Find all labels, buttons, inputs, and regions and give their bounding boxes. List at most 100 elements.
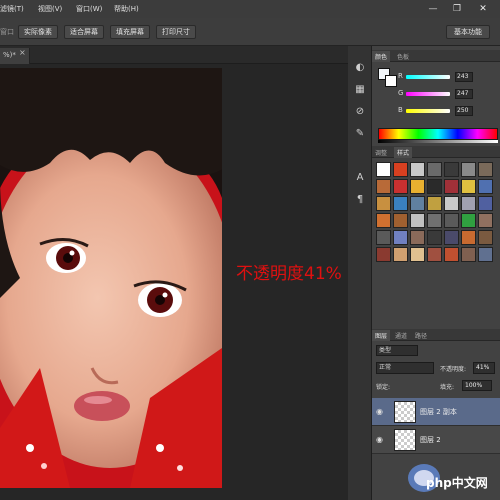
style-swatch[interactable] — [478, 213, 493, 228]
style-swatch[interactable] — [427, 213, 442, 228]
fit-screen-button[interactable]: 适合屏幕 — [64, 25, 104, 39]
style-swatch[interactable] — [427, 230, 442, 245]
style-swatch[interactable] — [393, 230, 408, 245]
style-swatch[interactable] — [393, 247, 408, 262]
background-color-swatch[interactable] — [385, 75, 397, 87]
layer-row[interactable]: ◉ 图层 2 — [372, 426, 500, 454]
style-swatch[interactable] — [410, 213, 425, 228]
style-swatch[interactable] — [427, 162, 442, 177]
style-swatch[interactable] — [410, 179, 425, 194]
style-swatch[interactable] — [444, 213, 459, 228]
style-swatch[interactable] — [410, 162, 425, 177]
opacity-input[interactable]: 41% — [473, 362, 495, 374]
fill-screen-button[interactable]: 填充屏幕 — [110, 25, 150, 39]
print-size-button[interactable]: 打印尺寸 — [156, 25, 196, 39]
style-swatch[interactable] — [376, 213, 391, 228]
red-value[interactable]: 243 — [455, 72, 473, 82]
style-swatch[interactable] — [376, 196, 391, 211]
actual-pixels-button[interactable]: 实际像素 — [18, 25, 58, 39]
style-swatch[interactable] — [410, 196, 425, 211]
style-swatch[interactable] — [393, 179, 408, 194]
eye-icon[interactable]: ◉ — [376, 407, 383, 416]
eye-icon[interactable]: ◉ — [376, 435, 383, 444]
document-close-icon[interactable]: × — [19, 48, 26, 57]
layer-kind-label: 类型 — [379, 347, 392, 354]
minimize-button[interactable]: — — [422, 0, 444, 18]
workspace-select[interactable]: 基本功能 — [446, 25, 490, 39]
document-tab-strip — [0, 46, 348, 64]
layer-thumbnail — [394, 401, 416, 423]
restore-button[interactable]: ❐ — [446, 0, 468, 18]
paragraph-icon[interactable]: A — [352, 170, 368, 184]
style-swatch[interactable] — [444, 162, 459, 177]
style-swatch[interactable] — [393, 162, 408, 177]
menu-help[interactable]: 帮助(H) — [114, 4, 146, 14]
style-swatch[interactable] — [478, 196, 493, 211]
style-swatch[interactable] — [393, 196, 408, 211]
fill-input[interactable]: 100% — [462, 380, 492, 391]
styles-panel-tabs: 调整 样式 — [372, 146, 500, 158]
watermark: php中文网 — [406, 452, 500, 500]
style-swatch[interactable] — [461, 230, 476, 245]
style-swatch[interactable] — [478, 230, 493, 245]
color-spectrum[interactable] — [378, 128, 498, 140]
document-tab-label: %)* — [3, 51, 16, 59]
layer-row[interactable]: ◉ 图层 2 副本 — [372, 398, 500, 426]
style-swatch[interactable] — [478, 162, 493, 177]
menu-filter[interactable]: 滤镜(T) — [0, 4, 32, 14]
character-icon[interactable]: ¶ — [352, 192, 368, 206]
close-button[interactable]: ✕ — [472, 0, 494, 18]
layer-name: 图层 2 — [420, 436, 441, 444]
adjust-icon[interactable]: ⊘ — [352, 104, 368, 118]
tab-swatches[interactable]: 色板 — [394, 51, 412, 62]
green-slider[interactable] — [406, 92, 450, 96]
red-slider[interactable] — [406, 75, 450, 79]
style-swatch[interactable] — [427, 179, 442, 194]
style-swatch[interactable] — [461, 179, 476, 194]
menu-window[interactable]: 窗口(W) — [76, 4, 108, 14]
style-swatch[interactable] — [376, 162, 391, 177]
style-swatch[interactable] — [444, 247, 459, 262]
style-swatch[interactable] — [444, 179, 459, 194]
blend-mode-select[interactable]: 正常 — [376, 362, 434, 374]
options-cut-label: 窗口 — [0, 28, 14, 36]
blue-slider[interactable] — [406, 109, 450, 113]
style-swatch[interactable] — [410, 230, 425, 245]
menu-view[interactable]: 视图(V) — [38, 4, 70, 14]
grayscale-ramp[interactable] — [378, 140, 498, 143]
swatches-icon[interactable]: ▦ — [352, 82, 368, 96]
layer-kind-filter[interactable]: 类型 — [376, 345, 418, 356]
style-swatch[interactable] — [461, 196, 476, 211]
styles-icon[interactable]: ✎ — [352, 126, 368, 140]
style-swatch[interactable] — [461, 247, 476, 262]
style-swatch[interactable] — [376, 179, 391, 194]
tab-styles[interactable]: 样式 — [394, 147, 413, 158]
tab-channels[interactable]: 通道 — [392, 330, 410, 341]
style-swatch[interactable] — [461, 213, 476, 228]
lock-label: 锁定: — [376, 384, 391, 391]
tab-color[interactable]: 颜色 — [372, 51, 391, 62]
style-swatch[interactable] — [393, 213, 408, 228]
photo-image — [0, 68, 222, 488]
style-swatch[interactable] — [444, 196, 459, 211]
style-swatch[interactable] — [427, 247, 442, 262]
style-swatch[interactable] — [376, 230, 391, 245]
opacity-annotation: 不透明度41% — [236, 264, 342, 284]
watermark-text: php中文网 — [426, 476, 488, 490]
style-swatch[interactable] — [478, 247, 493, 262]
tab-paths[interactable]: 路径 — [412, 330, 430, 341]
layer-thumbnail — [394, 429, 416, 451]
style-swatch[interactable] — [478, 179, 493, 194]
tab-adjustments[interactable]: 调整 — [372, 147, 390, 158]
green-value[interactable]: 247 — [455, 89, 473, 99]
style-swatch[interactable] — [376, 247, 391, 262]
color-palette-icon[interactable]: ◐ — [352, 60, 368, 74]
style-swatch[interactable] — [444, 230, 459, 245]
style-swatch[interactable] — [461, 162, 476, 177]
blue-value[interactable]: 250 — [455, 106, 473, 116]
collapsed-panels-column: ◐ ▦ ⊘ ✎ A ¶ — [348, 46, 372, 500]
style-swatch[interactable] — [410, 247, 425, 262]
style-swatch[interactable] — [427, 196, 442, 211]
tab-layers[interactable]: 图层 — [372, 330, 391, 341]
layer-name: 图层 2 副本 — [420, 408, 457, 416]
